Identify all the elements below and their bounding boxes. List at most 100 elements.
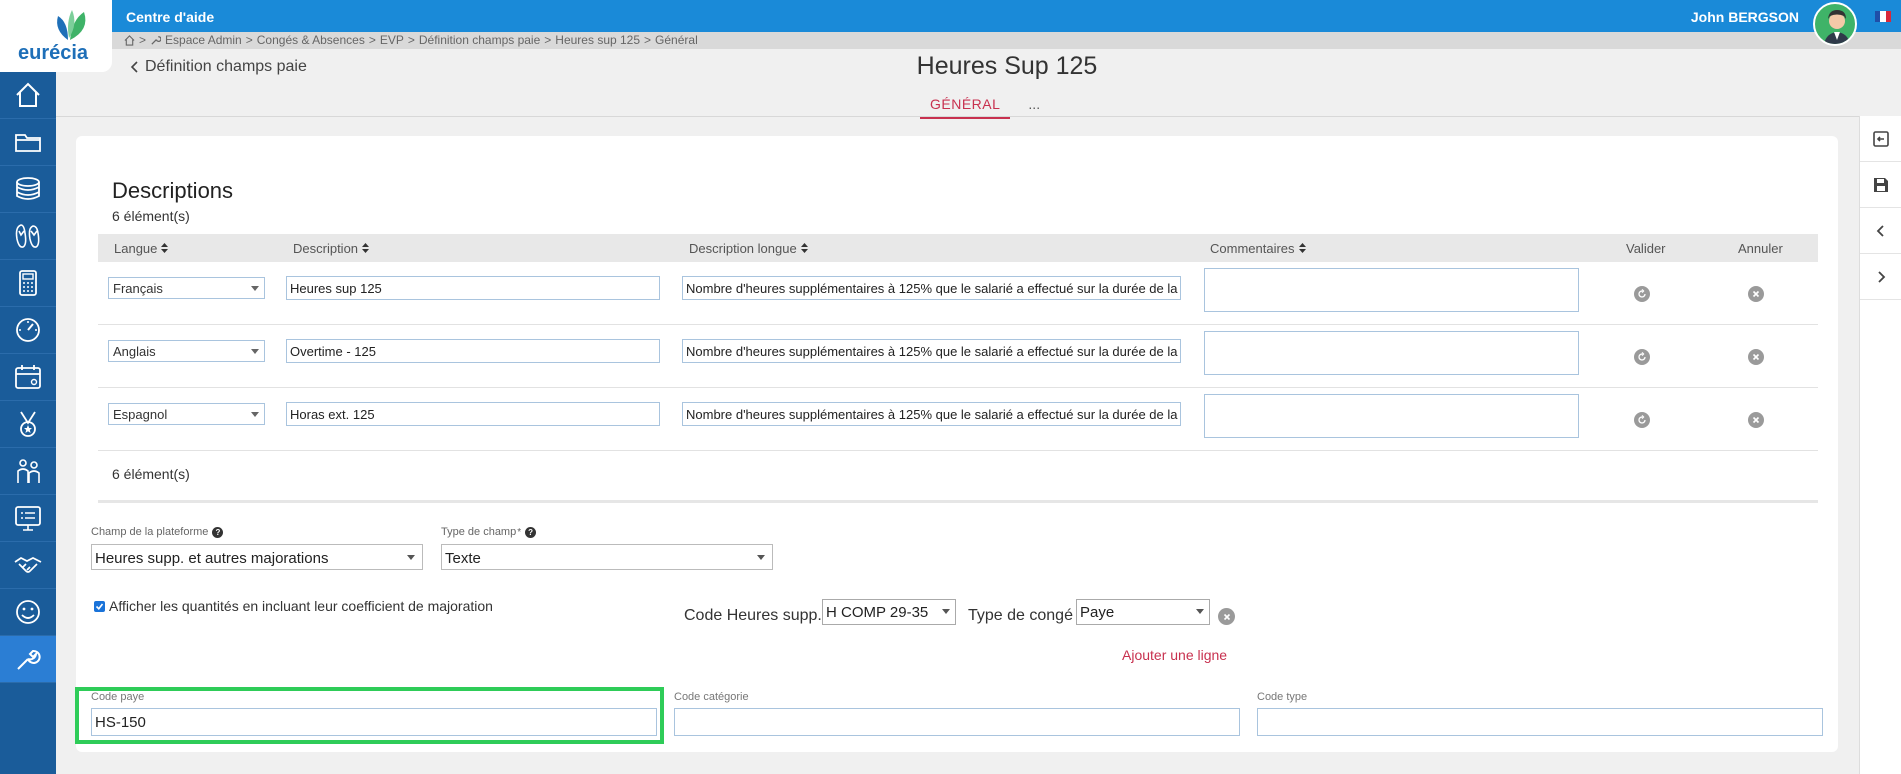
- pay-code-input[interactable]: HS-150: [91, 708, 657, 736]
- help-icon[interactable]: ?: [525, 526, 537, 538]
- presentation-icon: [15, 506, 41, 531]
- remove-line-button[interactable]: [1218, 608, 1235, 625]
- sort-icon: [161, 243, 169, 253]
- field-type-select[interactable]: Texte: [441, 544, 773, 570]
- section-title: Descriptions: [112, 178, 234, 203]
- page-title: Heures Sup 125: [916, 52, 1098, 80]
- category-code-label: Code catégorie: [674, 691, 749, 703]
- sidebar-item-expenses[interactable]: [0, 260, 56, 307]
- platform-field-label: Champ de la plateforme ?: [91, 526, 224, 538]
- breadcrumb-item[interactable]: Espace Admin: [165, 33, 242, 47]
- medal-icon: [20, 411, 36, 437]
- home-icon[interactable]: [124, 34, 135, 46]
- coins-icon: [16, 177, 40, 200]
- tab-more[interactable]: ...: [1028, 96, 1040, 112]
- chevron-left-icon: [1876, 224, 1884, 237]
- previous-button[interactable]: [1860, 208, 1901, 254]
- breadcrumb-item-current: Général: [655, 33, 698, 47]
- close-icon: [1752, 416, 1760, 424]
- folder-icon: [15, 134, 41, 152]
- close-icon: [1752, 353, 1760, 361]
- sidebar-item-employees[interactable]: [0, 448, 56, 495]
- cancel-button[interactable]: [1748, 412, 1764, 428]
- chevron-down-icon: [251, 412, 259, 417]
- cancel-button[interactable]: [1748, 349, 1764, 365]
- avatar[interactable]: [1813, 2, 1857, 46]
- help-icon[interactable]: ?: [212, 526, 224, 538]
- table-row: Français Heures sup 125 Nombre d'heures …: [98, 262, 1818, 325]
- sidebar-item-admin[interactable]: [0, 636, 56, 683]
- people-icon: [17, 459, 40, 483]
- close-icon: [1223, 613, 1230, 620]
- sidebar-item-leave[interactable]: [0, 213, 56, 260]
- type-code-input[interactable]: [1257, 708, 1823, 736]
- coefficient-checkbox-row[interactable]: Afficher les quantités en incluant leur …: [94, 598, 493, 614]
- element-count-top: 6 élément(s): [112, 208, 190, 224]
- breadcrumb-item[interactable]: Définition champs paie: [419, 33, 540, 47]
- language-select[interactable]: Espagnol: [108, 403, 265, 425]
- category-code-input[interactable]: [674, 708, 1240, 736]
- sidebar-item-planning[interactable]: [0, 354, 56, 401]
- long-description-input[interactable]: Nombre d'heures supplémentaires à 125% q…: [682, 402, 1181, 426]
- breadcrumb-separator: >: [245, 33, 253, 47]
- comment-textarea[interactable]: [1204, 394, 1579, 438]
- overtime-code-select[interactable]: H COMP 29-35: [822, 599, 956, 625]
- sidebar-item-wellbeing[interactable]: [0, 589, 56, 636]
- smiley-icon: [16, 600, 40, 624]
- sidebar-item-talents[interactable]: [0, 401, 56, 448]
- long-description-input[interactable]: Nombre d'heures supplémentaires à 125% q…: [682, 339, 1181, 363]
- eurecia-logo[interactable]: eurécia: [0, 0, 112, 72]
- breadcrumb-separator: >: [644, 33, 652, 47]
- leave-type-select[interactable]: Paye: [1076, 599, 1210, 625]
- user-name[interactable]: John BERGSON: [1691, 9, 1799, 25]
- add-line-link[interactable]: Ajouter une ligne: [1122, 647, 1227, 663]
- french-flag-icon[interactable]: [1875, 11, 1891, 22]
- column-header-commentaires[interactable]: Commentaires: [1210, 241, 1306, 256]
- cancel-button[interactable]: [1748, 286, 1764, 302]
- sidebar-item-time[interactable]: [0, 307, 56, 354]
- wrench-icon: [17, 649, 41, 670]
- help-center-link[interactable]: Centre d'aide: [126, 9, 214, 25]
- column-header-valider: Valider: [1626, 240, 1666, 256]
- breadcrumb-item[interactable]: Congés & Absences: [257, 33, 365, 47]
- comment-textarea[interactable]: [1204, 268, 1579, 312]
- language-select[interactable]: Français: [108, 277, 265, 299]
- save-button[interactable]: [1860, 162, 1901, 208]
- save-icon: [1874, 177, 1888, 192]
- check-icon: [95, 603, 104, 610]
- next-button[interactable]: [1860, 254, 1901, 300]
- calendar-icon: [15, 365, 41, 389]
- description-input[interactable]: Horas ext. 125: [286, 402, 660, 426]
- validate-button[interactable]: [1634, 286, 1650, 302]
- description-input[interactable]: Overtime - 125: [286, 339, 660, 363]
- chevron-right-icon: [1878, 270, 1886, 283]
- sort-icon: [362, 243, 370, 253]
- main-card: Descriptions 6 élément(s) Langue Descrip…: [75, 136, 1838, 752]
- chevron-down-icon: [942, 609, 950, 614]
- breadcrumb-separator: >: [407, 33, 415, 47]
- sidebar-item-recruitment[interactable]: [0, 542, 56, 589]
- column-header-description[interactable]: Description: [293, 241, 370, 256]
- descriptions-table: Langue Description Description longue Co…: [98, 234, 1818, 451]
- gauge-icon: [16, 318, 40, 342]
- checkbox-checked[interactable]: [94, 600, 105, 612]
- platform-field-select[interactable]: Heures supp. et autres majorations: [91, 544, 423, 570]
- validate-button[interactable]: [1634, 349, 1650, 365]
- language-select[interactable]: Anglais: [108, 340, 265, 362]
- validate-button[interactable]: [1634, 412, 1650, 428]
- breadcrumb-separator: >: [368, 33, 376, 47]
- leaf-logo-icon: [57, 10, 86, 40]
- sidebar-item-documents[interactable]: [0, 119, 56, 166]
- column-header-langue[interactable]: Langue: [114, 241, 169, 256]
- long-description-input[interactable]: Nombre d'heures supplémentaires à 125% q…: [682, 276, 1181, 300]
- required-mark: *: [517, 526, 522, 538]
- description-input[interactable]: Heures sup 125: [286, 276, 660, 300]
- breadcrumb-item[interactable]: Heures sup 125: [555, 33, 640, 47]
- save-and-back-button[interactable]: [1860, 116, 1901, 162]
- comment-textarea[interactable]: [1204, 331, 1579, 375]
- column-header-description-longue[interactable]: Description longue: [689, 241, 808, 256]
- sidebar-item-payroll[interactable]: [0, 166, 56, 213]
- breadcrumb-item[interactable]: EVP: [380, 33, 404, 47]
- wrench-icon: [151, 35, 162, 45]
- sidebar-item-training[interactable]: [0, 495, 56, 542]
